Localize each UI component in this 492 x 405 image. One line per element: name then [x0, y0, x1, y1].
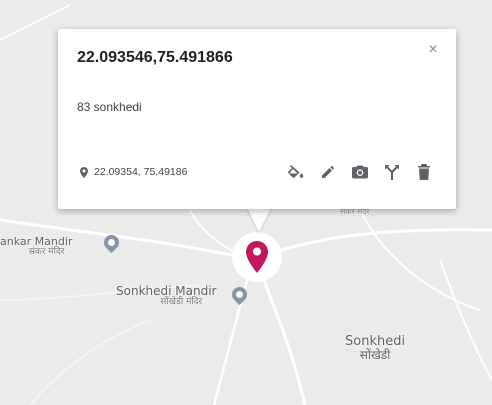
delete-button[interactable] [412, 161, 436, 183]
close-button[interactable]: × [424, 41, 442, 59]
coordinates-text: 22.09354, 75.49186 [94, 166, 188, 178]
place-address: 83 sonkhedi [77, 100, 142, 114]
info-window: 22.093546,75.491866 × 83 sonkhedi 22.093… [58, 29, 456, 209]
place-label-ankar-mandir[interactable]: ankar Mandir संकर मंदिर [0, 235, 72, 258]
coordinates-row: 22.09354, 75.49186 [80, 166, 187, 178]
directions-button[interactable] [380, 161, 404, 183]
info-window-tail [246, 206, 272, 232]
fill-color-icon [288, 165, 304, 178]
partial-place-label: संकर मंदर [340, 207, 370, 216]
edit-button[interactable] [316, 161, 340, 183]
location-marker-icon[interactable] [246, 241, 268, 273]
camera-icon [352, 165, 368, 179]
info-window-title: 22.093546,75.491866 [77, 49, 233, 66]
delete-icon [418, 164, 430, 180]
pin-icon [80, 166, 88, 178]
edit-icon [322, 165, 335, 178]
fill-color-button[interactable] [284, 161, 308, 183]
place-label-sonkhedi[interactable]: Sonkhedi सोंखेडी [345, 334, 405, 362]
place-label-sonkhedi-mandir[interactable]: Sonkhedi Mandir सोंखेडी मंदिर [116, 284, 216, 308]
directions-icon [385, 165, 399, 180]
add-photo-button[interactable] [348, 161, 372, 183]
feature-toolbar [284, 161, 444, 183]
